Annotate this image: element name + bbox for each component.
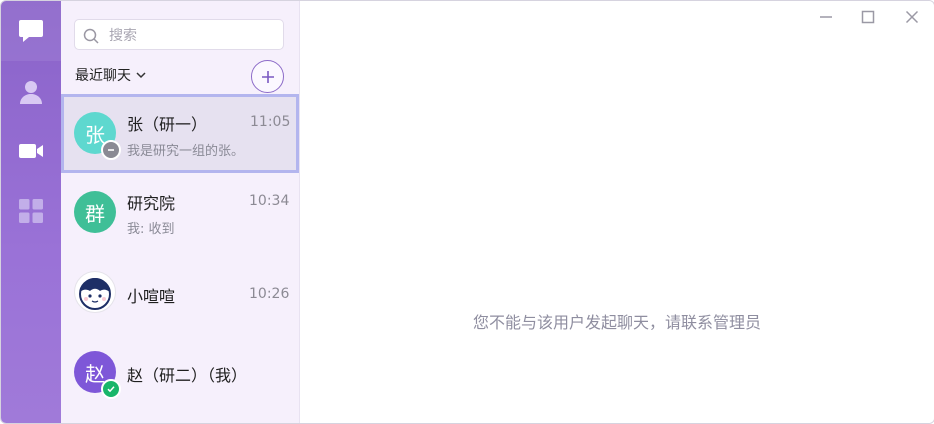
close-button[interactable] xyxy=(902,7,922,27)
conversation-item-zhao[interactable]: 赵 赵（研二）（我） xyxy=(61,331,299,410)
video-icon[interactable] xyxy=(16,136,46,166)
conversation-preview: 我是研究一组的张。 xyxy=(127,144,245,159)
chat-icon[interactable] xyxy=(16,16,46,46)
online-check-icon xyxy=(101,379,121,399)
busy-icon xyxy=(101,140,121,160)
add-chat-button[interactable] xyxy=(251,60,284,93)
search-box xyxy=(74,19,284,50)
maximize-button[interactable] xyxy=(858,7,878,27)
cannot-chat-notice: 您不能与该用户发起聊天，请联系管理员 xyxy=(472,313,761,332)
minimize-icon xyxy=(820,16,832,18)
close-icon xyxy=(905,10,919,24)
search-icon xyxy=(83,28,99,44)
conversation-name: 张（研一） xyxy=(127,115,208,134)
conversation-item-xiaoxuanxuan[interactable]: 小喧喧 10:26 xyxy=(61,252,299,331)
conversation-item-institute[interactable]: 群 研究院 10:34 我: 收到 xyxy=(61,173,299,252)
maximize-icon xyxy=(861,10,875,24)
plus-icon xyxy=(261,70,274,83)
avatar: 群 xyxy=(74,191,116,233)
chat-main-area: 您不能与该用户发起聊天，请联系管理员 xyxy=(300,1,934,423)
cartoon-face-icon xyxy=(74,271,116,313)
apps-grid-icon[interactable] xyxy=(16,196,46,226)
conversation-name: 赵（研二）（我） xyxy=(127,366,248,385)
recent-chats-dropdown[interactable]: 最近聊天 xyxy=(75,65,146,85)
nav-rail xyxy=(1,1,61,423)
conversation-preview: 我: 收到 xyxy=(127,222,175,237)
conversation-time: 11:05 xyxy=(250,114,291,130)
conversation-time: 10:34 xyxy=(249,193,290,209)
recent-chats-label: 最近聊天 xyxy=(75,68,131,84)
conversation-time: 10:26 xyxy=(249,286,290,302)
conversation-name: 小喧喧 xyxy=(127,287,176,306)
app-window: 最近聊天 张 张（研一） 11:05 我是研究一组的张。 群 研究院 10:34… xyxy=(0,0,934,424)
chevron-down-icon xyxy=(136,71,146,78)
conversation-list-panel: 最近聊天 张 张（研一） 11:05 我是研究一组的张。 群 研究院 10:34… xyxy=(61,1,300,423)
conversation-item-zhang[interactable]: 张 张（研一） 11:05 我是研究一组的张。 xyxy=(61,94,299,173)
contacts-icon[interactable] xyxy=(16,77,46,107)
search-input[interactable] xyxy=(107,24,281,48)
minimize-button[interactable] xyxy=(816,7,836,27)
conversation-name: 研究院 xyxy=(127,194,176,213)
